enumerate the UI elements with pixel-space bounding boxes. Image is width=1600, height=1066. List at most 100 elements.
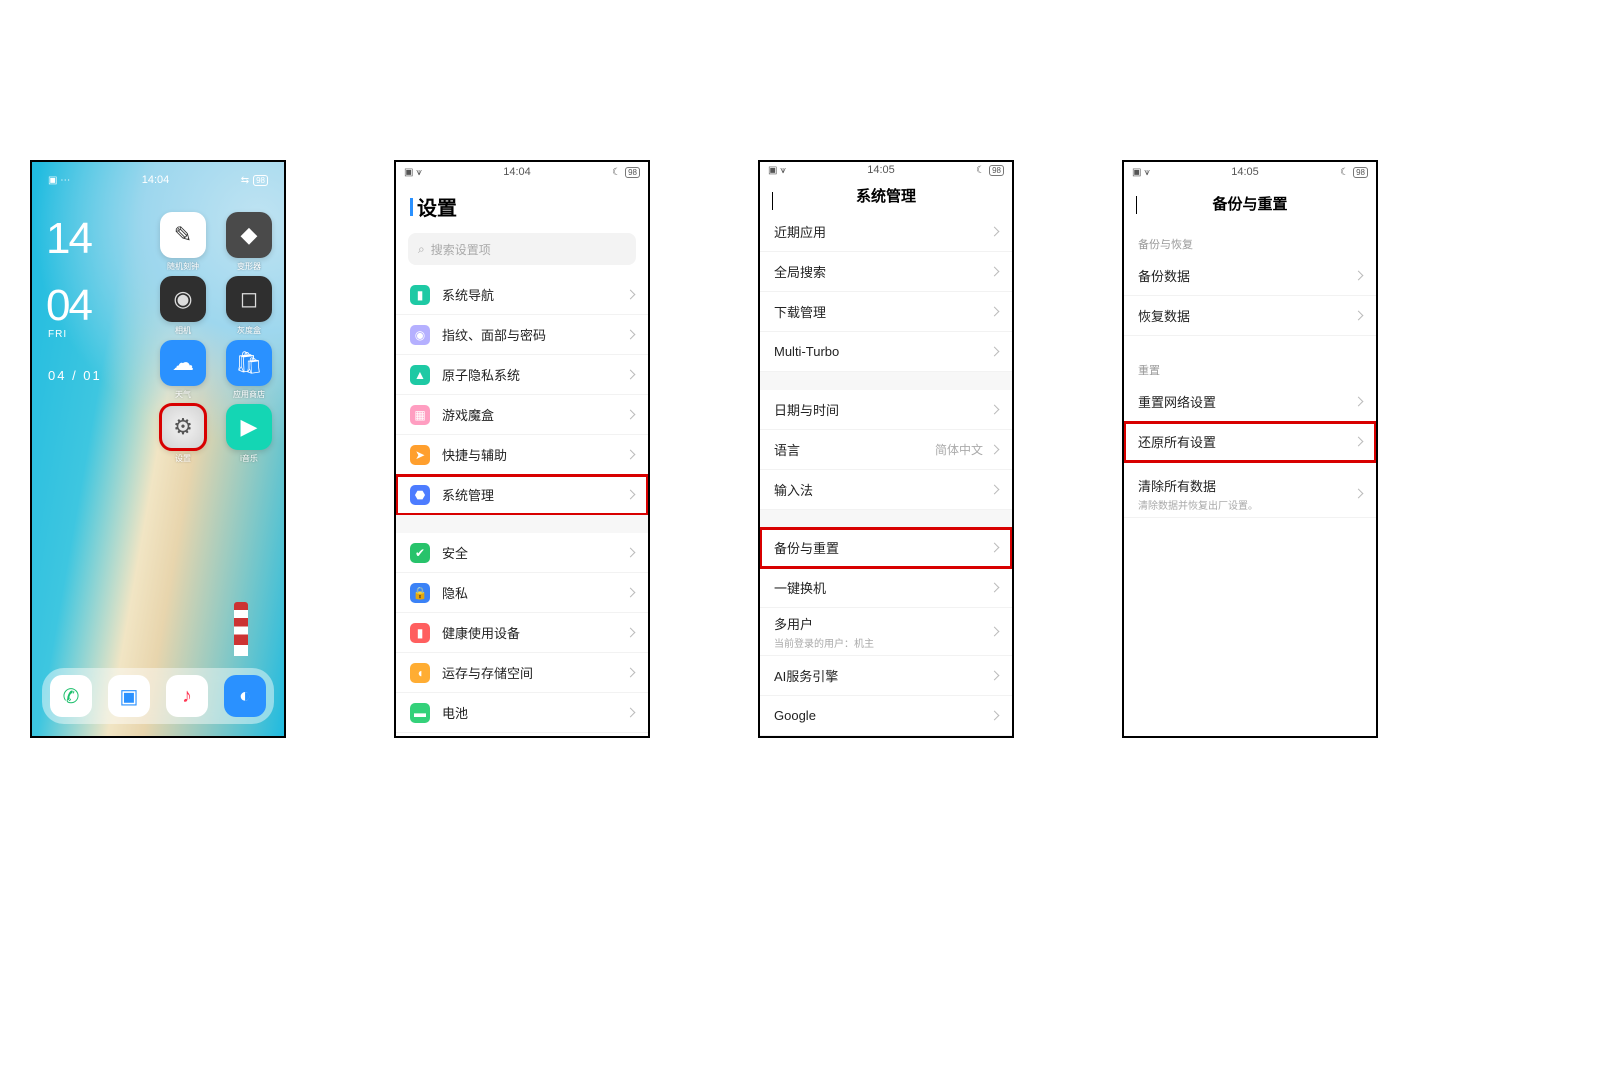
item-recent-apps[interactable]: 近期应用: [760, 212, 1012, 252]
app-settings[interactable]: ⚙设置: [160, 404, 206, 450]
chevron-right-icon: [990, 405, 1000, 415]
chevron-right-icon: [990, 543, 1000, 553]
chevron-right-icon: [1354, 437, 1364, 447]
item-wipe-all[interactable]: 清除所有数据清除数据并恢复出厂设置。: [1124, 470, 1376, 518]
status-time: 14:05: [867, 164, 895, 176]
item-reset-network[interactable]: 重置网络设置: [1124, 382, 1376, 422]
back-button[interactable]: [772, 192, 786, 206]
dock-contacts[interactable]: ▣: [108, 675, 150, 717]
status-left: ▣ ⩛: [768, 165, 786, 176]
app-weather[interactable]: ☁天气: [160, 340, 206, 386]
arrow-icon: ➤: [410, 445, 430, 465]
chevron-right-icon: [626, 410, 636, 420]
shield-icon: ▲: [410, 365, 430, 385]
chevron-right-icon: [626, 290, 636, 300]
shield-icon: ✔: [410, 543, 430, 563]
item-input-method[interactable]: 输入法: [760, 470, 1012, 510]
section-divider: [760, 372, 1012, 390]
item-system-management[interactable]: ⬣系统管理: [396, 475, 648, 515]
gear-icon: ⬣: [410, 485, 430, 505]
item-language[interactable]: 语言简体中文: [760, 430, 1012, 470]
item-battery[interactable]: ▬电池: [396, 693, 648, 733]
page-title: 备份与重置: [1212, 193, 1287, 214]
item-reset-all[interactable]: 还原所有设置: [1124, 422, 1376, 462]
fingerprint-icon: ◉: [410, 325, 430, 345]
multiuser-subtext: 当前登录的用户：机主: [774, 635, 991, 650]
search-input[interactable]: ⌕ 搜索设置项: [408, 233, 636, 265]
dock-phone[interactable]: ✆: [50, 675, 92, 717]
chevron-right-icon: [626, 330, 636, 340]
item-sys-nav[interactable]: ▮系统导航: [396, 275, 648, 315]
chevron-right-icon: [990, 711, 1000, 721]
item-gamebox[interactable]: ▦游戏魔盒: [396, 395, 648, 435]
section-reset: 重置: [1124, 336, 1376, 382]
status-bar: ▣ ⋯ 14:04 ⇆ 98: [40, 170, 276, 190]
phone-home: ▣ ⋯ 14:04 ⇆ 98 14 04 FRI 04 / 01 ✎随机刻钟 ◆…: [30, 160, 286, 738]
item-ai-engine[interactable]: AI服务引擎: [760, 656, 1012, 696]
chevron-right-icon: [990, 485, 1000, 495]
status-bar: ▣ ⩛ 14:05 ☾ 98: [760, 162, 1012, 178]
back-button[interactable]: [1136, 196, 1150, 210]
phone-settings: ▣ ⩛ 14:04 ☾ 98 设置 ⌕ 搜索设置项 ▮系统导航 ◉指纹、面部与密…: [394, 160, 650, 738]
chevron-right-icon: [1354, 311, 1364, 321]
chevron-right-icon: [626, 490, 636, 500]
item-privacy[interactable]: 🔒隐私: [396, 573, 648, 613]
chevron-right-icon: [990, 583, 1000, 593]
chevron-right-icon: [990, 227, 1000, 237]
item-restore-data[interactable]: 恢复数据: [1124, 296, 1376, 336]
dock: ✆ ▣ ♪ ◐: [42, 668, 274, 724]
item-google[interactable]: Google: [760, 696, 1012, 736]
app-clock[interactable]: ✎随机刻钟: [160, 212, 206, 258]
item-download-manager[interactable]: 下载管理: [760, 292, 1012, 332]
item-backup-data[interactable]: 备份数据: [1124, 256, 1376, 296]
storage-icon: ◖: [410, 663, 430, 683]
chevron-right-icon: [626, 708, 636, 718]
app-camera[interactable]: ◉相机: [160, 276, 206, 322]
status-left: ▣ ⩛: [404, 167, 422, 178]
item-multi-turbo[interactable]: Multi-Turbo: [760, 332, 1012, 372]
chevron-right-icon: [626, 548, 636, 558]
section-backup: 备份与恢复: [1124, 224, 1376, 256]
chevron-right-icon: [990, 627, 1000, 637]
chevron-left-icon: [772, 192, 773, 210]
app-transformer[interactable]: ◆变形器: [226, 212, 272, 258]
header: 系统管理: [760, 178, 1012, 212]
item-health[interactable]: ▮健康使用设备: [396, 613, 648, 653]
phone-system-management: ▣ ⩛ 14:05 ☾ 98 系统管理 近期应用 全局搜索 下载管理 Multi…: [758, 160, 1014, 738]
item-multi-user[interactable]: 多用户当前登录的用户：机主: [760, 608, 1012, 656]
chevron-left-icon: [1136, 196, 1137, 214]
chevron-right-icon: [990, 671, 1000, 681]
page-title: 系统管理: [856, 185, 916, 206]
item-datetime[interactable]: 日期与时间: [760, 390, 1012, 430]
status-bar: ▣ ⩛ 14:04 ☾ 98: [396, 162, 648, 182]
health-icon: ▮: [410, 623, 430, 643]
chevron-right-icon: [626, 370, 636, 380]
dock-music[interactable]: ♪: [166, 675, 208, 717]
item-storage[interactable]: ◖运存与存储空间: [396, 653, 648, 693]
status-right: ☾ 98: [1340, 167, 1368, 178]
item-security[interactable]: ✔安全: [396, 533, 648, 573]
app-cube[interactable]: ◻灰度盒: [226, 276, 272, 322]
status-right: ☾ 98: [976, 165, 1004, 176]
status-time: 14:04: [503, 166, 531, 178]
status-right: ☾ 98: [612, 167, 640, 178]
page-title: 设置: [396, 182, 648, 227]
item-global-search[interactable]: 全局搜索: [760, 252, 1012, 292]
chevron-right-icon: [626, 450, 636, 460]
section-divider: [760, 510, 1012, 528]
chevron-right-icon: [1354, 489, 1364, 499]
phone-backup-reset: ▣ ⩛ 14:05 ☾ 98 备份与重置 备份与恢复 备份数据 恢复数据 重置 …: [1122, 160, 1378, 738]
app-store[interactable]: 🛍应用商店: [226, 340, 272, 386]
dock-browser[interactable]: ◐: [224, 675, 266, 717]
chevron-right-icon: [1354, 397, 1364, 407]
status-bar: ▣ ⩛ 14:05 ☾ 98: [1124, 162, 1376, 182]
battery-icon: ▬: [410, 703, 430, 723]
app-imusic[interactable]: ▶i音乐: [226, 404, 272, 450]
item-backup-reset[interactable]: 备份与重置: [760, 528, 1012, 568]
item-shortcuts[interactable]: ➤快捷与辅助: [396, 435, 648, 475]
search-icon: ⌕: [418, 242, 425, 257]
item-clone[interactable]: 一键换机: [760, 568, 1012, 608]
item-atom-privacy[interactable]: ▲原子隐私系统: [396, 355, 648, 395]
item-fingerprint[interactable]: ◉指纹、面部与密码: [396, 315, 648, 355]
header: 备份与重置: [1124, 182, 1376, 224]
